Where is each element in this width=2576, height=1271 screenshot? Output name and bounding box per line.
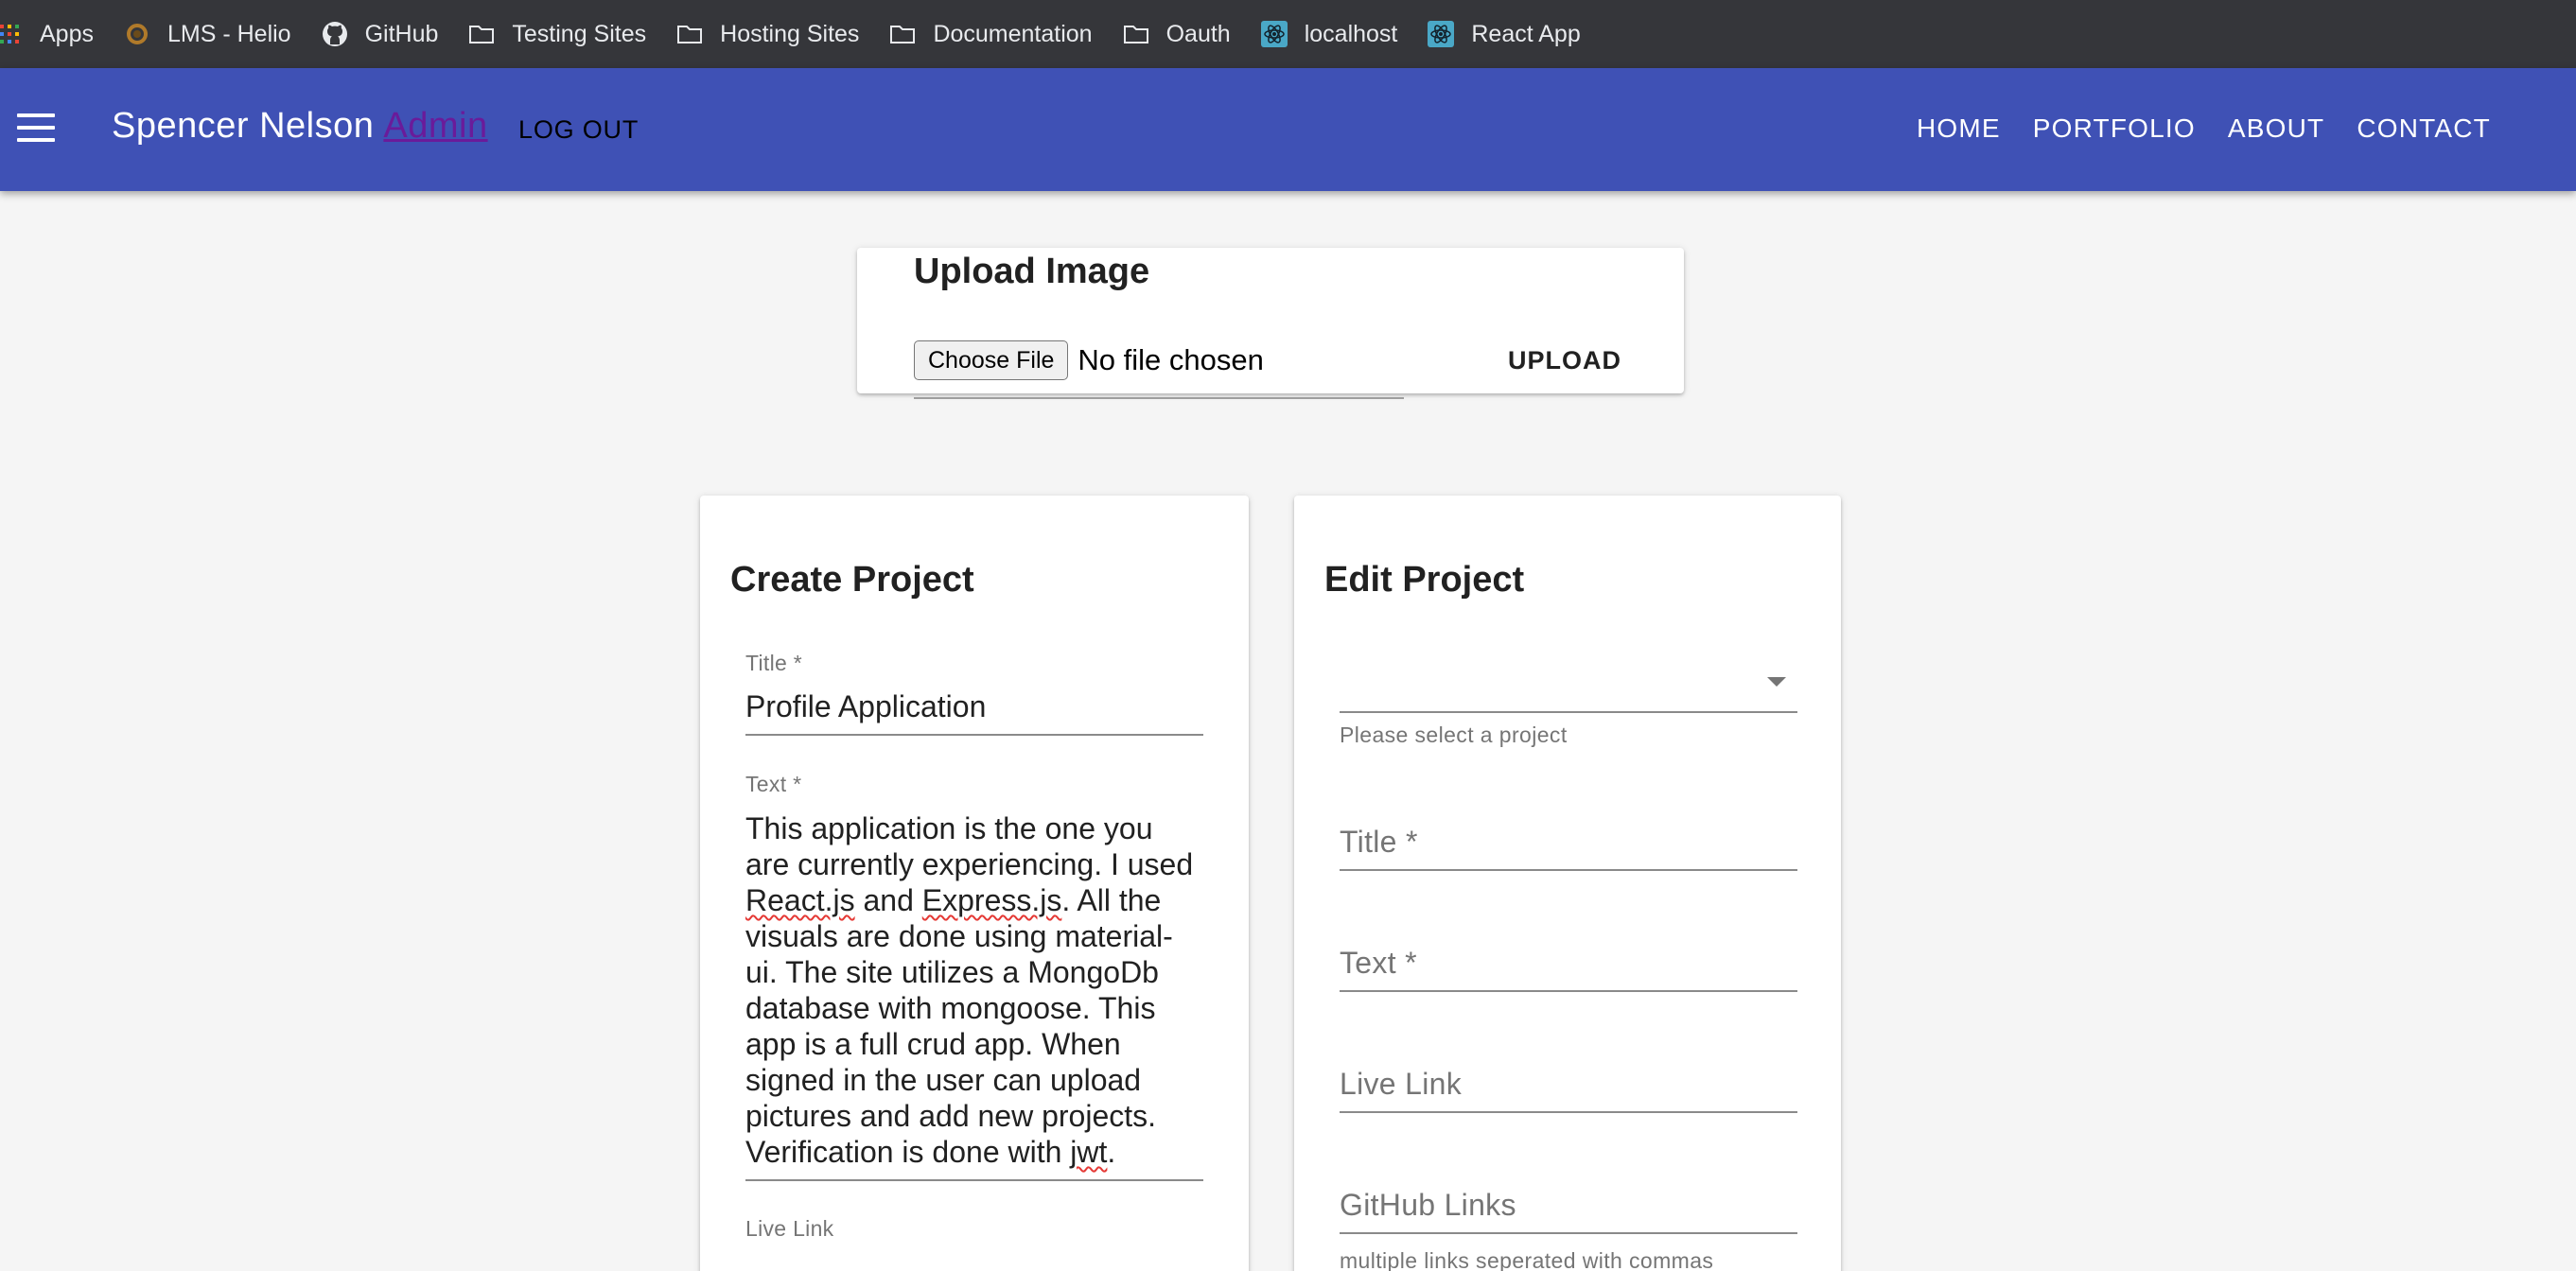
folder-icon: [1123, 21, 1149, 47]
create-project-title: Create Project: [730, 560, 974, 600]
title-label: Title *: [745, 651, 803, 675]
edit-project-card: Edit Project Please select a project Tit…: [1294, 496, 1841, 1271]
bookmark-label: localhost: [1304, 20, 1398, 47]
upload-title: Upload Image: [914, 252, 1150, 291]
folder-icon: [889, 21, 916, 47]
brand: Spencer Nelson Admin: [112, 106, 488, 147]
bookmarks-bar: Apps LMS - Helio GitHub Testing Sites Ho…: [0, 0, 2576, 68]
edit-live-link-label: Live Link: [1340, 1067, 1462, 1101]
folder-icon: [468, 21, 495, 47]
file-input[interactable]: Choose File No file chosen: [914, 340, 1404, 399]
react-icon: [1428, 21, 1455, 47]
main-nav: HOME PORTFOLIO ABOUT CONTACT: [1917, 113, 2491, 144]
chevron-down-icon: [1767, 677, 1786, 687]
edit-text-label: Text *: [1340, 946, 1417, 980]
github-icon: [322, 21, 348, 47]
bookmark-label: Hosting Sites: [720, 20, 860, 47]
edit-text-field[interactable]: Text *: [1340, 946, 1797, 992]
react-icon: [1260, 21, 1288, 47]
title-input[interactable]: Profile Application: [745, 689, 1203, 736]
bookmark-label: Testing Sites: [512, 20, 647, 47]
create-project-card: Create Project Title * Profile Applicati…: [700, 496, 1249, 1271]
app-bar: Spencer Nelson Admin LOG OUT HOME PORTFOL…: [0, 68, 2576, 191]
github-helper: multiple links seperated with commas: [1340, 1248, 1714, 1271]
file-status: No file chosen: [1078, 343, 1264, 376]
edit-live-link-field[interactable]: Live Link: [1340, 1067, 1797, 1113]
admin-link[interactable]: Admin: [383, 106, 487, 146]
folder-icon: [676, 21, 703, 47]
edit-title-field[interactable]: Title *: [1340, 825, 1797, 871]
bookmark-label: GitHub: [364, 20, 439, 47]
nav-home[interactable]: HOME: [1917, 113, 2001, 144]
bookmark-lms-helio[interactable]: LMS - Helio: [29, 0, 322, 68]
edit-title-label: Title *: [1340, 825, 1418, 859]
text-label: Text *: [745, 772, 802, 796]
nav-about[interactable]: ABOUT: [2228, 113, 2324, 144]
edit-github-label: GitHub Links: [1340, 1188, 1516, 1222]
bookmark-documentation[interactable]: Documentation: [889, 0, 1122, 68]
bookmark-oauth[interactable]: Oauth: [1123, 0, 1261, 68]
bookmark-testing-sites[interactable]: Testing Sites: [468, 0, 676, 68]
bookmark-react-app[interactable]: React App: [1428, 0, 1610, 68]
bookmark-hosting-sites[interactable]: Hosting Sites: [676, 0, 889, 68]
select-helper: Please select a project: [1340, 723, 1568, 747]
nav-portfolio[interactable]: PORTFOLIO: [2033, 113, 2196, 144]
apps-grid-icon: [0, 21, 19, 47]
bookmark-label: React App: [1471, 20, 1581, 47]
bookmark-label: Documentation: [933, 20, 1093, 47]
brand-name: Spencer Nelson: [112, 106, 375, 146]
project-select[interactable]: [1340, 664, 1797, 713]
text-field[interactable]: Text * This application is the one you a…: [745, 772, 1203, 1181]
live-link-label: Live Link: [745, 1216, 834, 1241]
logout-button[interactable]: LOG OUT: [518, 115, 639, 145]
choose-file-button[interactable]: Choose File: [914, 340, 1069, 380]
title-field[interactable]: Title * Profile Application: [745, 651, 1203, 736]
bookmark-localhost[interactable]: localhost: [1260, 0, 1428, 68]
text-input[interactable]: This application is the one you are curr…: [745, 810, 1203, 1181]
menu-icon[interactable]: [17, 113, 55, 146]
helio-icon: [124, 21, 150, 47]
edit-project-title: Edit Project: [1324, 560, 1525, 600]
live-link-field[interactable]: Live Link: [745, 1216, 1203, 1242]
upload-button[interactable]: UPLOAD: [1508, 346, 1621, 375]
bookmark-github[interactable]: GitHub: [322, 0, 469, 68]
edit-github-field[interactable]: GitHub Links: [1340, 1188, 1797, 1234]
upload-image-card: Upload Image Choose File No file chosen …: [857, 248, 1684, 399]
nav-contact[interactable]: CONTACT: [2357, 113, 2491, 144]
bookmark-label: LMS - Helio: [166, 20, 291, 47]
bookmark-label: Oauth: [1165, 20, 1231, 47]
